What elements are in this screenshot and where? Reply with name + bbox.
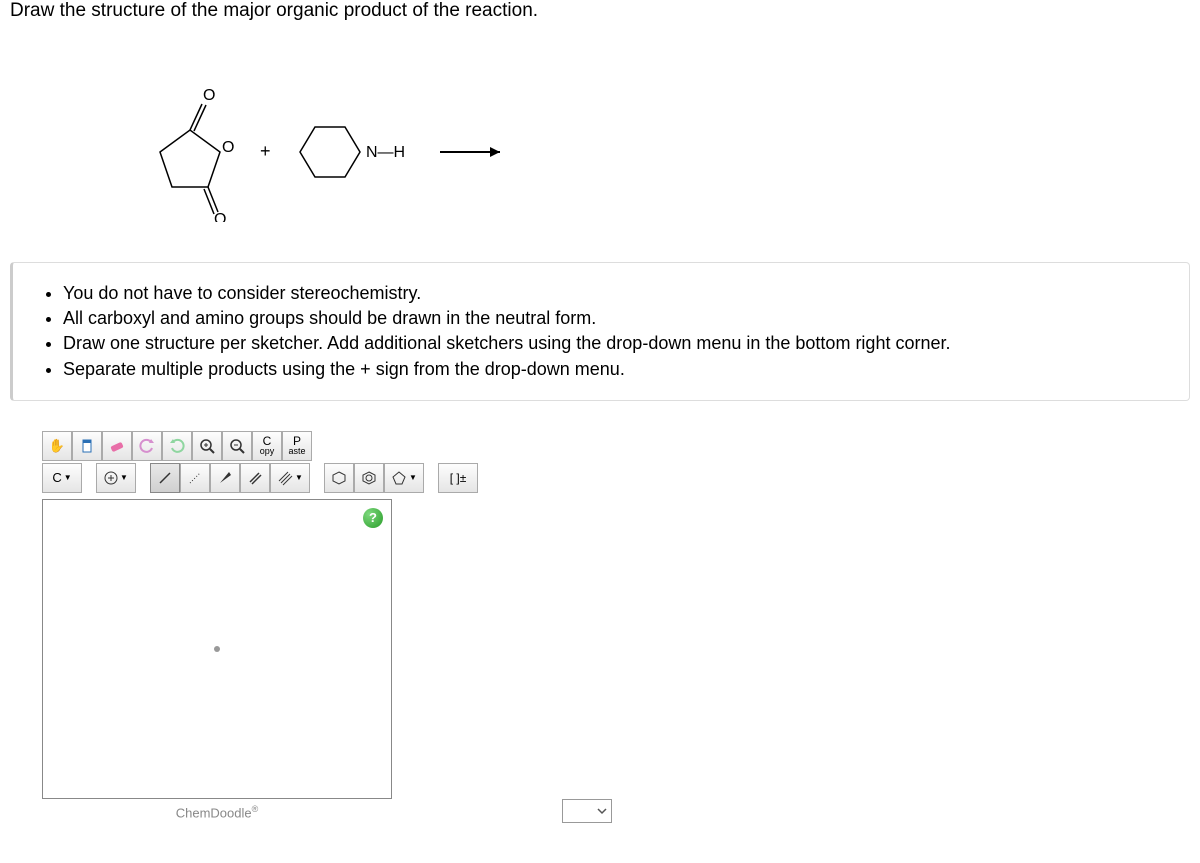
nh-label: N—H bbox=[366, 144, 405, 161]
instruction-item: You do not have to consider stereochemis… bbox=[63, 281, 1167, 306]
ring-tool[interactable]: ▼ bbox=[384, 463, 424, 493]
single-bond-tool[interactable] bbox=[150, 463, 180, 493]
double-bond-tool[interactable] bbox=[240, 463, 270, 493]
erase-tool[interactable] bbox=[102, 431, 132, 461]
toolbar-row-1: ✋ Copy Paste bbox=[42, 431, 1190, 461]
recessed-bond-tool[interactable] bbox=[180, 463, 210, 493]
chemdoodle-brand: ChemDoodle® bbox=[42, 804, 392, 820]
redo-tool[interactable] bbox=[162, 431, 192, 461]
oxygen-bot-label: O bbox=[214, 211, 226, 222]
question-title: Draw the structure of the major organic … bbox=[10, 0, 1190, 22]
oxygen-top-label: O bbox=[203, 87, 215, 104]
help-icon[interactable]: ? bbox=[363, 508, 383, 528]
toolbar-row-2: C▼ ▼ ▼ bbox=[42, 463, 1190, 493]
paste-tool[interactable]: Paste bbox=[282, 431, 312, 461]
add-sketcher-dropdown[interactable] bbox=[562, 799, 612, 823]
move-tool[interactable]: ✋ bbox=[42, 431, 72, 461]
zoom-out-tool[interactable] bbox=[222, 431, 252, 461]
oxygen-ring-label: O bbox=[222, 139, 234, 156]
instruction-item: All carboxyl and amino groups should be … bbox=[63, 306, 1167, 331]
reaction-diagram: O O O + N—H bbox=[10, 42, 1190, 252]
instructions-panel: You do not have to consider stereochemis… bbox=[10, 262, 1190, 401]
drawing-canvas[interactable]: ? bbox=[42, 499, 392, 799]
instruction-item: Separate multiple products using the + s… bbox=[63, 357, 1167, 382]
element-picker[interactable]: C▼ bbox=[42, 463, 82, 493]
add-tool[interactable]: ▼ bbox=[96, 463, 136, 493]
sketcher: ✋ Copy Paste bbox=[42, 431, 1190, 823]
instruction-item: Draw one structure per sketcher. Add add… bbox=[63, 331, 1167, 356]
zoom-in-tool[interactable] bbox=[192, 431, 222, 461]
undo-tool[interactable] bbox=[132, 431, 162, 461]
wedge-bond-tool[interactable] bbox=[210, 463, 240, 493]
copy-tool[interactable]: Copy bbox=[252, 431, 282, 461]
plus-sign: + bbox=[260, 141, 271, 161]
triple-bond-tool[interactable]: ▼ bbox=[270, 463, 310, 493]
clear-tool[interactable] bbox=[72, 431, 102, 461]
charge-tool[interactable]: [ ]± bbox=[438, 463, 478, 493]
benzene-tool[interactable] bbox=[354, 463, 384, 493]
cyclohexane-tool[interactable] bbox=[324, 463, 354, 493]
canvas-origin-dot bbox=[214, 646, 220, 652]
